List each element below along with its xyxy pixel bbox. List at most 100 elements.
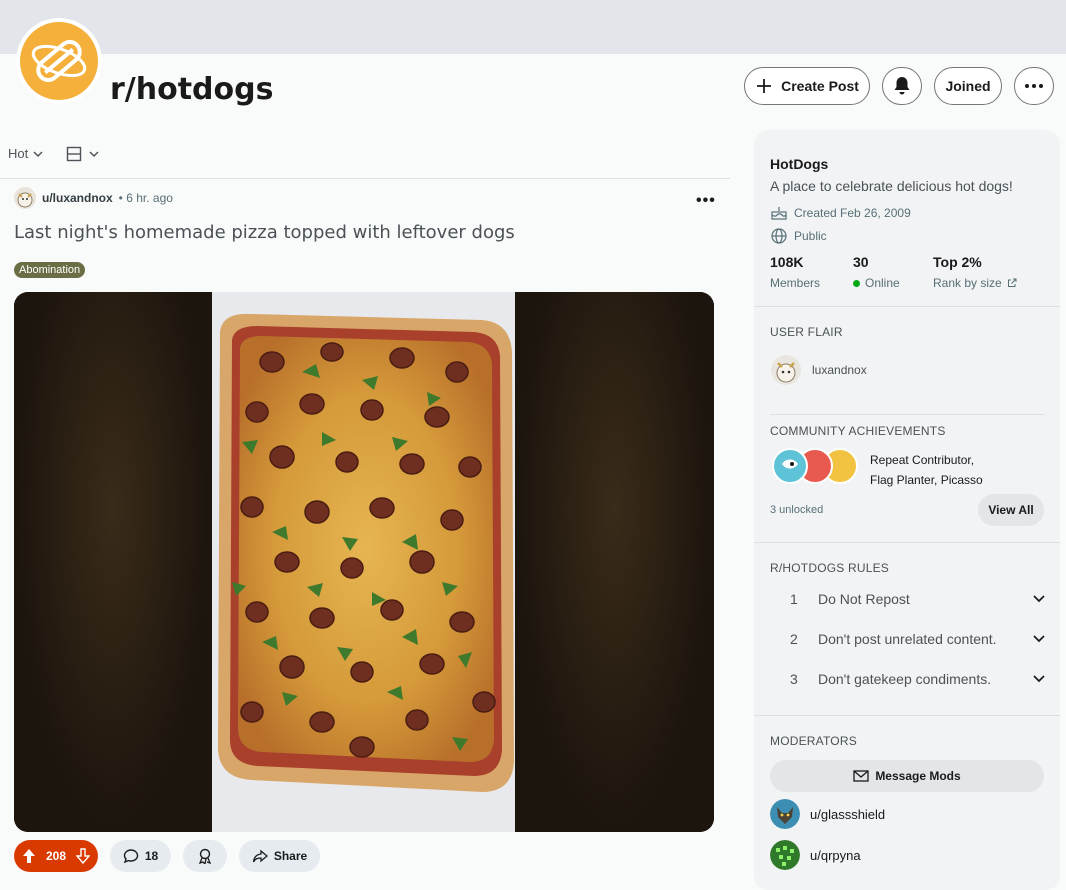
community-sidebar: HotDogs A place to celebrate delicious h… — [754, 130, 1060, 890]
user-flair-name: luxandnox — [812, 363, 867, 377]
author-avatar[interactable] — [14, 187, 36, 209]
upvote-icon[interactable] — [22, 848, 36, 864]
visibility-label: Public — [794, 229, 827, 243]
vote-score: 208 — [45, 849, 67, 863]
stat-label: Rank by size — [933, 276, 1002, 290]
wolf-avatar-icon — [770, 799, 800, 829]
user-flair-row[interactable]: luxandnox — [770, 354, 867, 386]
rule-number: 3 — [790, 671, 798, 687]
image-blur-background — [14, 292, 212, 832]
community-icon — [16, 18, 102, 104]
post-title[interactable]: Last night's homemade pizza topped with … — [14, 222, 515, 243]
created-date: Created Feb 26, 2009 — [794, 206, 911, 220]
share-label: Share — [273, 849, 308, 863]
achievements-list: Repeat Contributor, Flag Planter, Picass… — [870, 450, 983, 490]
award-icon — [198, 848, 212, 864]
downvote-icon[interactable] — [76, 848, 90, 864]
moderator-name: u/glassshield — [810, 806, 886, 822]
divider — [770, 414, 1044, 415]
pixel-avatar-icon — [770, 840, 800, 870]
user-flair-heading: USER FLAIR — [770, 325, 843, 339]
stat-online: 30 Online — [853, 254, 900, 290]
joined-button[interactable]: Joined — [934, 67, 1002, 105]
chevron-down-icon — [89, 151, 99, 158]
vote-control: 208 — [14, 840, 98, 872]
moderator-name: u/qrpyna — [810, 847, 861, 863]
ellipsis-icon — [1025, 84, 1043, 88]
award-button[interactable] — [183, 840, 227, 872]
moderator-avatar — [770, 840, 800, 870]
post-time: • 6 hr. ago — [118, 191, 173, 205]
divider — [754, 306, 1060, 307]
image-blur-background — [515, 292, 714, 832]
create-post-button[interactable]: Create Post — [744, 67, 870, 105]
rule-number: 1 — [790, 591, 798, 607]
stat-value: 108K — [770, 254, 804, 270]
moderator-item[interactable]: u/qrpyna — [770, 840, 861, 870]
bell-icon — [894, 77, 910, 95]
stat-value: Top 2% — [933, 254, 982, 270]
comment-count: 18 — [144, 849, 159, 863]
sort-label: Hot — [8, 146, 29, 161]
plus-icon — [757, 79, 772, 93]
view-all-button[interactable]: View All — [978, 494, 1044, 526]
post-meta: u/luxandnox • 6 hr. ago — [14, 187, 173, 209]
create-post-label: Create Post — [781, 78, 859, 94]
globe-icon — [771, 228, 787, 244]
stat-rank[interactable]: Top 2% Rank by size — [933, 254, 1017, 290]
chevron-down-icon — [1033, 595, 1045, 603]
pizza-photo — [212, 292, 515, 832]
mail-icon — [853, 770, 869, 782]
rules-heading: R/HOTDOGS RULES — [770, 561, 890, 575]
rule-item[interactable]: 3 Don't gatekeep condiments. — [770, 659, 1046, 699]
share-icon — [252, 849, 268, 863]
achievements-line: Repeat Contributor, — [870, 453, 975, 467]
achievements-heading: COMMUNITY ACHIEVEMENTS — [770, 424, 946, 438]
notification-bell-button[interactable] — [882, 67, 922, 105]
view-layout-dropdown[interactable] — [66, 146, 100, 162]
sort-dropdown[interactable]: Hot — [8, 146, 44, 161]
message-mods-button[interactable]: Message Mods — [770, 760, 1044, 792]
divider — [0, 178, 730, 179]
achievement-badges[interactable] — [770, 446, 860, 491]
achievements-unlocked: 3 unlocked — [770, 504, 824, 516]
community-name: HotDogs — [770, 156, 829, 172]
stat-label: Members — [770, 276, 821, 290]
rule-item[interactable]: 1 Do Not Repost — [770, 579, 1046, 619]
rule-item[interactable]: 2 Don't post unrelated content. — [770, 619, 1046, 659]
pizza-illustration — [218, 313, 514, 792]
community-title: r/hotdogs — [110, 72, 274, 107]
rule-number: 2 — [790, 631, 798, 647]
moderator-item[interactable]: u/glassshield — [770, 799, 885, 829]
online-dot-icon — [853, 279, 860, 287]
stat-members: 108K Members — [770, 254, 820, 290]
external-link-icon — [1007, 278, 1017, 287]
chevron-down-icon — [1033, 675, 1045, 683]
post-author[interactable]: u/luxandnox — [42, 191, 113, 205]
rule-text: Don't post unrelated content. — [818, 631, 997, 647]
message-mods-label: Message Mods — [875, 769, 961, 783]
flair-avatar — [771, 355, 801, 385]
moderators-heading: MODERATORS — [770, 734, 857, 748]
community-banner — [0, 0, 1066, 54]
community-description: A place to celebrate delicious hot dogs! — [770, 178, 1013, 194]
achievement-badge-icon — [772, 448, 858, 484]
card-layout-icon — [66, 146, 82, 162]
moderator-avatar — [770, 799, 800, 829]
stat-label: Online — [865, 276, 900, 290]
post-flair[interactable]: Abomination — [14, 262, 86, 278]
visibility-row: Public — [770, 227, 827, 245]
created-row: Created Feb 26, 2009 — [770, 206, 911, 220]
rule-text: Don't gatekeep condiments. — [818, 671, 992, 687]
post-options-button[interactable]: ••• — [696, 192, 716, 210]
post-image[interactable] — [14, 292, 714, 832]
rule-text: Do Not Repost — [818, 591, 910, 607]
more-options-button[interactable] — [1014, 67, 1054, 105]
share-button[interactable]: Share — [239, 840, 320, 872]
avatar-icon — [17, 192, 33, 208]
achievements-line: Flag Planter, Picasso — [870, 473, 983, 487]
chevron-down-icon — [1033, 635, 1045, 643]
comments-button[interactable]: 18 — [110, 840, 171, 872]
chevron-down-icon — [33, 150, 43, 157]
comment-icon — [123, 849, 139, 864]
